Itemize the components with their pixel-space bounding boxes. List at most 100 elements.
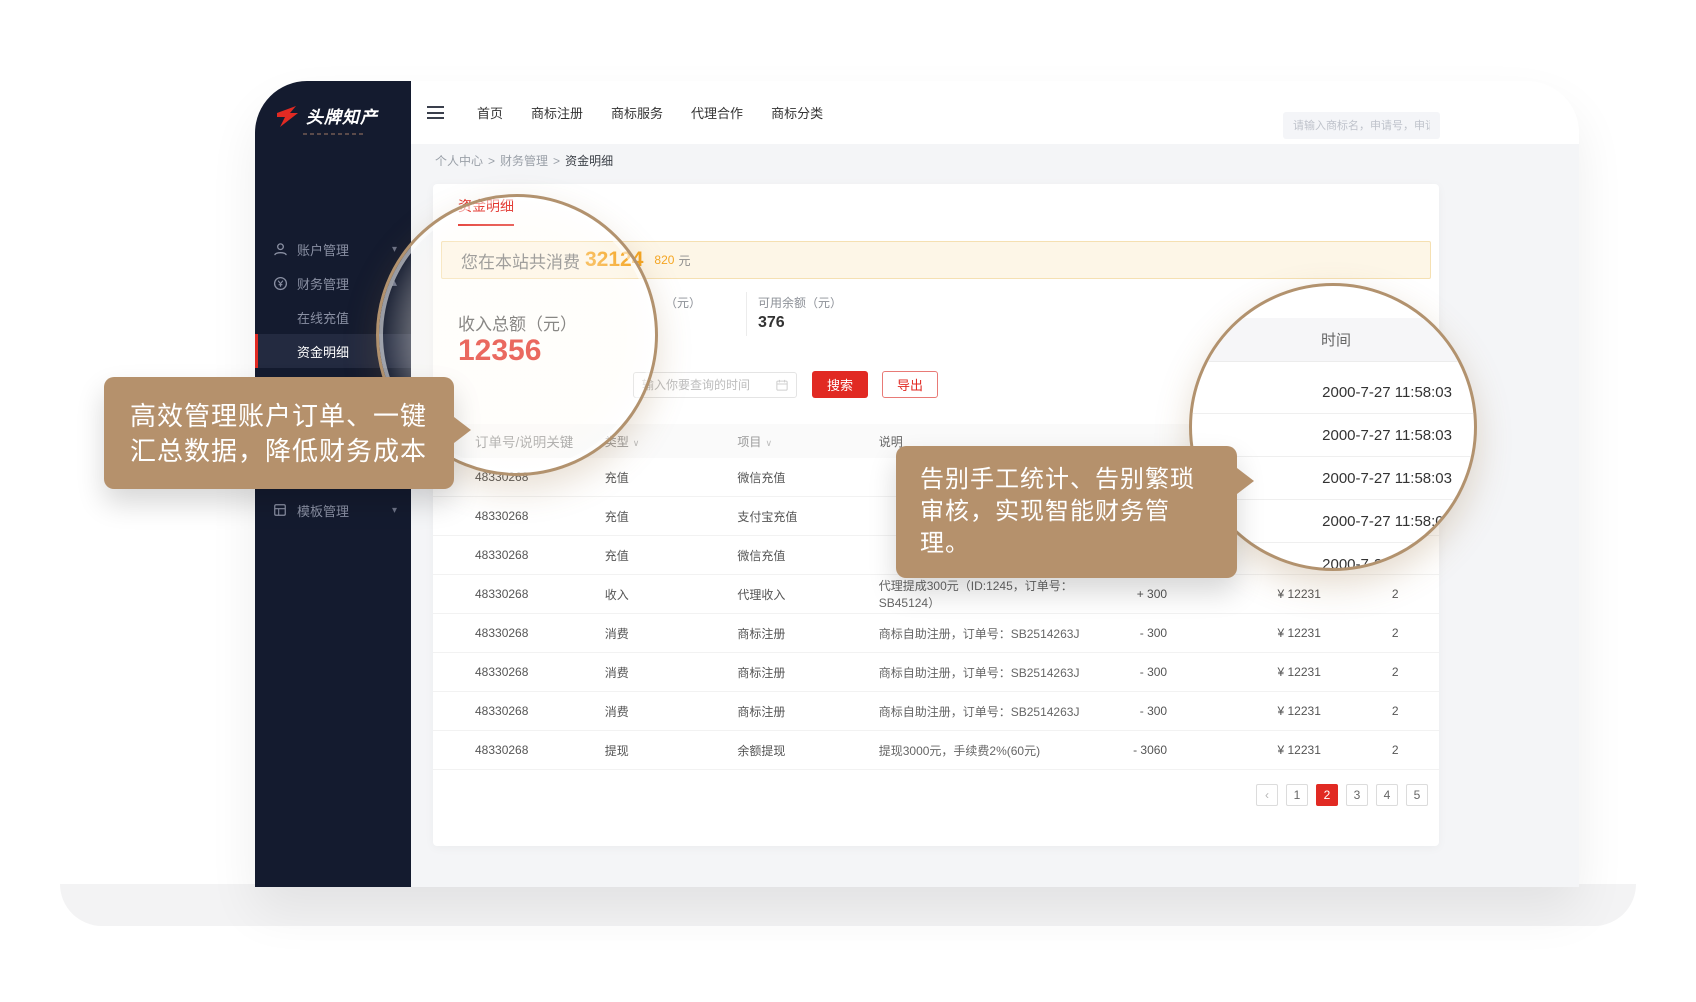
callout-text: 理。 xyxy=(920,528,1213,560)
cell-type: 充值 xyxy=(605,508,738,525)
cell-project: 微信充值 xyxy=(737,547,878,564)
cell-desc: 商标自助注册，订单号：SB2514263J xyxy=(879,625,1081,642)
table-row: 48330268 提现 余额提现 提现3000元，手续费2%(60元) - 30… xyxy=(433,731,1439,770)
breadcrumb-bar: 个人中心 > 财务管理 > 资金明细 xyxy=(411,144,1579,177)
sidebar-item-label: 财务管理 xyxy=(297,274,392,293)
cell-time: 2 xyxy=(1321,626,1439,640)
stats-divider xyxy=(746,292,747,336)
cell-balance: ¥ 12231 xyxy=(1167,704,1321,718)
pagination-page-2[interactable]: 2 xyxy=(1316,784,1338,806)
cell-desc: 提现3000元，手续费2%(60元) xyxy=(879,742,1081,759)
cell-order: 48330268 xyxy=(475,470,605,484)
trademark-search-input[interactable] xyxy=(1283,112,1440,139)
cell-amount: - 300 xyxy=(1081,665,1168,679)
hamburger-menu-icon[interactable] xyxy=(427,106,444,119)
logo-icon xyxy=(275,104,299,128)
template-icon xyxy=(273,503,288,517)
nav-item-trademark-register[interactable]: 商标注册 xyxy=(531,103,583,122)
sort-caret-icon: ∨ xyxy=(633,438,640,448)
sidebar-subitem-funds-detail[interactable]: 资金明细 xyxy=(255,334,411,368)
sidebar-item-template[interactable]: 模板管理 ▾ xyxy=(255,493,411,527)
user-icon xyxy=(273,242,288,257)
cell-project: 商标注册 xyxy=(737,664,878,681)
callout-left: 高效管理账户订单、一键 汇总数据，降低财务成本 xyxy=(104,377,454,489)
magnified-time-row: 2000-7-27 11:58:03 xyxy=(1192,371,1477,414)
search-button[interactable]: 搜索 xyxy=(812,371,868,398)
breadcrumb-separator: > xyxy=(553,154,560,168)
cell-type: 消费 xyxy=(605,664,738,681)
cell-time: 2 xyxy=(1321,587,1439,601)
banner-unit: 元 xyxy=(678,252,690,269)
finance-icon xyxy=(273,276,288,291)
table-row: 48330268 消费 商标注册 商标自助注册，订单号：SB2514263J -… xyxy=(433,614,1439,653)
pagination-page-4[interactable]: 4 xyxy=(1376,784,1398,806)
cell-balance: ¥ 12231 xyxy=(1167,626,1321,640)
sidebar-subitem-label: 资金明细 xyxy=(297,342,349,361)
consumption-banner: 您在本站共消费 32124 820 元 xyxy=(441,241,1431,279)
cell-balance: ¥ 12231 xyxy=(1167,665,1321,679)
cell-time: 2 xyxy=(1321,704,1439,718)
sidebar-item-finance[interactable]: 财务管理 ▴ xyxy=(255,266,411,300)
cell-order: 48330268 xyxy=(475,548,605,562)
tab-funds-detail[interactable]: 资金明细 xyxy=(458,196,514,226)
cell-amount: + 300 xyxy=(1081,587,1168,601)
cell-project: 代理收入 xyxy=(737,586,878,603)
table-row: 48330268 消费 商标注册 商标自助注册，订单号：SB2514263J -… xyxy=(433,692,1439,731)
breadcrumb-item[interactable]: 个人中心 xyxy=(435,152,483,169)
table-row: 48330268 收入 代理收入 代理提成300元（ID:1245，订单号：SB… xyxy=(433,575,1439,614)
callout-text: 告别手工统计、告别繁琐 xyxy=(920,464,1213,496)
balance-value: 376 xyxy=(758,314,785,332)
nav-item-agent-cooperation[interactable]: 代理合作 xyxy=(691,103,743,122)
nav-item-home[interactable]: 首页 xyxy=(477,103,503,122)
cell-type: 收入 xyxy=(605,586,738,603)
income-value: 12356 xyxy=(458,334,541,368)
sidebar-item-label: 账户管理 xyxy=(297,240,392,259)
pagination: ‹ 1 2 3 4 5 xyxy=(433,784,1428,806)
cell-project: 商标注册 xyxy=(737,703,878,720)
date-query-field xyxy=(633,372,797,398)
brand-logo[interactable]: 头牌知产 xyxy=(275,103,378,128)
col-header-project[interactable]: 项目∨ xyxy=(737,433,878,450)
callout-text: 审核，实现智能财务管 xyxy=(920,496,1213,528)
cell-time: 2 xyxy=(1321,743,1439,757)
cell-project: 商标注册 xyxy=(737,625,878,642)
pagination-page-5[interactable]: 5 xyxy=(1406,784,1428,806)
pagination-page-3[interactable]: 3 xyxy=(1346,784,1368,806)
breadcrumb-separator: > xyxy=(488,154,495,168)
expense-label: （元） xyxy=(665,294,701,311)
cell-type: 消费 xyxy=(605,703,738,720)
calendar-icon[interactable] xyxy=(776,379,788,391)
cell-balance: ¥ 12231 xyxy=(1167,587,1321,601)
breadcrumb-current: 资金明细 xyxy=(565,152,613,169)
chevron-up-icon: ▴ xyxy=(392,278,397,289)
cell-time: 2 xyxy=(1321,665,1439,679)
nav-item-trademark-service[interactable]: 商标服务 xyxy=(611,103,663,122)
brand-name: 头牌知产 xyxy=(306,103,378,128)
laptop-base xyxy=(60,884,1636,926)
banner-text: 您在本站共消费 xyxy=(461,248,580,273)
cell-type: 提现 xyxy=(605,742,738,759)
cell-desc: 代理提成300元（ID:1245，订单号：SB45124） xyxy=(879,577,1081,611)
cell-type: 消费 xyxy=(605,625,738,642)
callout-text: 高效管理账户订单、一键 xyxy=(130,399,428,434)
income-label: 收入总额（元） xyxy=(458,310,577,335)
callout-right: 告别手工统计、告别繁琐 审核，实现智能财务管 理。 xyxy=(896,446,1237,578)
date-query-input[interactable] xyxy=(642,378,776,392)
nav-item-trademark-category[interactable]: 商标分类 xyxy=(771,103,823,122)
col-header-type[interactable]: 类型∨ xyxy=(605,433,738,450)
top-navigation: 首页 商标注册 商标服务 代理合作 商标分类 xyxy=(477,81,823,144)
cell-desc: 商标自助注册，订单号：SB2514263J xyxy=(879,664,1081,681)
sidebar-subitem-recharge[interactable]: 在线充值 xyxy=(255,300,411,334)
cell-order: 48330268 xyxy=(475,665,605,679)
breadcrumb-item[interactable]: 财务管理 xyxy=(500,152,548,169)
cell-order: 48330268 xyxy=(475,509,605,523)
pagination-prev-button[interactable]: ‹ xyxy=(1256,784,1278,806)
pagination-page-1[interactable]: 1 xyxy=(1286,784,1308,806)
col-header-order: 订单号/说明关键 xyxy=(475,431,605,451)
cell-type: 充值 xyxy=(605,469,738,486)
cell-amount: - 3060 xyxy=(1081,743,1168,757)
topbar: 首页 商标注册 商标服务 代理合作 商标分类 xyxy=(411,81,1579,144)
export-button[interactable]: 导出 xyxy=(882,371,938,398)
cell-project: 余额提现 xyxy=(737,742,878,759)
sidebar-item-account[interactable]: 账户管理 ▾ xyxy=(255,232,411,266)
